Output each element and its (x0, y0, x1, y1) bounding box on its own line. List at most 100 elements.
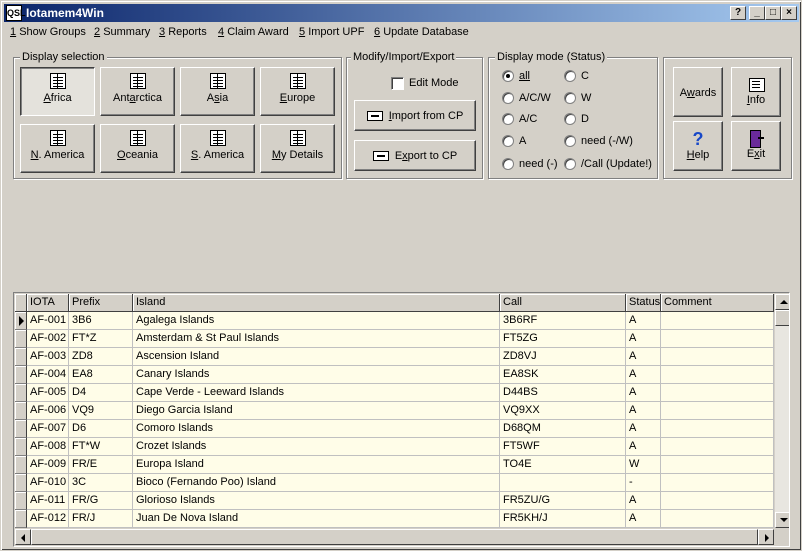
islands-grid[interactable]: IOTA Prefix Island Call Status Comment A… (13, 292, 790, 547)
horizontal-scrollbar[interactable] (15, 529, 774, 545)
row-indicator[interactable] (15, 420, 27, 438)
cell-call[interactable]: D44BS (500, 384, 626, 402)
cell-call[interactable]: VQ9XX (500, 402, 626, 420)
row-indicator[interactable] (15, 438, 27, 456)
continent-north-america-button[interactable]: N. America (20, 124, 95, 173)
cell-prefix[interactable]: 3B6 (69, 312, 133, 330)
table-row[interactable]: AF-007 D6 Comoro Islands D68QM A (15, 420, 774, 438)
cell-comment[interactable] (661, 510, 774, 528)
minimize-button[interactable]: _ (749, 6, 765, 20)
scroll-right-button[interactable] (758, 529, 774, 545)
mode-all-radio[interactable] (502, 70, 514, 82)
mode-call-update-radio[interactable] (564, 158, 576, 170)
row-indicator[interactable] (15, 474, 27, 492)
table-row[interactable]: AF-004 EA8 Canary Islands EA8SK A (15, 366, 774, 384)
cell-call[interactable]: EA8SK (500, 366, 626, 384)
cell-status[interactable]: A (626, 510, 661, 528)
row-indicator[interactable] (15, 330, 27, 348)
menu-summary[interactable]: 2 Summary (94, 26, 150, 38)
cell-iota[interactable]: AF-004 (27, 366, 69, 384)
cell-comment[interactable] (661, 348, 774, 366)
cell-island[interactable]: Bioco (Fernando Poo) Island (133, 474, 500, 492)
import-from-cp-button[interactable]: Import from CP (354, 100, 476, 131)
table-row[interactable]: AF-008 FT*W Crozet Islands FT5WF A (15, 438, 774, 456)
cell-island[interactable]: Amsterdam & St Paul Islands (133, 330, 500, 348)
mode-d-radio[interactable] (564, 113, 576, 125)
cell-iota[interactable]: AF-007 (27, 420, 69, 438)
table-row[interactable]: AF-012 FR/J Juan De Nova Island FR5KH/J A (15, 510, 774, 528)
vertical-scroll-thumb[interactable] (775, 310, 789, 326)
cell-call[interactable]: FR5ZU/G (500, 492, 626, 510)
header-status[interactable]: Status (626, 294, 661, 312)
header-iota[interactable]: IOTA (27, 294, 69, 312)
title-bar[interactable]: QSL Iotamem4Win ? _ □ × (4, 4, 799, 22)
cell-island[interactable]: Crozet Islands (133, 438, 500, 456)
cell-comment[interactable] (661, 438, 774, 456)
header-prefix[interactable]: Prefix (69, 294, 133, 312)
continent-antarctica-button[interactable]: Antarctica (100, 67, 175, 116)
scroll-up-button[interactable] (775, 294, 789, 310)
cell-status[interactable]: A (626, 330, 661, 348)
info-button[interactable]: Info (731, 67, 781, 117)
continent-europe-button[interactable]: Europe (260, 67, 335, 116)
export-to-cp-button[interactable]: Export to CP (354, 140, 476, 171)
cell-island[interactable]: Ascension Island (133, 348, 500, 366)
cell-prefix[interactable]: FR/E (69, 456, 133, 474)
cell-island[interactable]: Glorioso Islands (133, 492, 500, 510)
cell-island[interactable]: Cape Verde - Leeward Islands (133, 384, 500, 402)
cell-prefix[interactable]: ZD8 (69, 348, 133, 366)
row-indicator[interactable] (15, 366, 27, 384)
horizontal-scroll-thumb[interactable] (31, 529, 758, 545)
cell-iota[interactable]: AF-009 (27, 456, 69, 474)
cell-island[interactable]: Comoro Islands (133, 420, 500, 438)
row-indicator[interactable] (15, 492, 27, 510)
continent-oceania-button[interactable]: Oceania (100, 124, 175, 173)
mode-a-radio[interactable] (502, 135, 514, 147)
menu-claim-award[interactable]: 4 Claim Award (218, 26, 289, 38)
row-indicator[interactable] (15, 402, 27, 420)
scroll-down-button[interactable] (775, 512, 789, 528)
cell-island[interactable]: Europa Island (133, 456, 500, 474)
cell-comment[interactable] (661, 366, 774, 384)
scroll-left-button[interactable] (15, 529, 31, 545)
cell-island[interactable]: Diego Garcia Island (133, 402, 500, 420)
row-indicator[interactable] (15, 384, 27, 402)
menu-show-groups[interactable]: 1 Show Groups (10, 26, 86, 38)
continent-south-america-button[interactable]: S. America (180, 124, 255, 173)
cell-comment[interactable] (661, 492, 774, 510)
table-row[interactable]: AF-005 D4 Cape Verde - Leeward Islands D44B… (15, 384, 774, 402)
cell-comment[interactable] (661, 456, 774, 474)
cell-call[interactable] (500, 474, 626, 492)
table-row[interactable]: AF-010 3C Bioco (Fernando Poo) Island - (15, 474, 774, 492)
cell-iota[interactable]: AF-003 (27, 348, 69, 366)
cell-comment[interactable] (661, 330, 774, 348)
mode-ac-radio[interactable] (502, 113, 514, 125)
table-row[interactable]: AF-006 VQ9 Diego Garcia Island VQ9XX A (15, 402, 774, 420)
table-row[interactable]: AF-002 FT*Z Amsterdam & St Paul Islands FT5… (15, 330, 774, 348)
edit-mode-checkbox[interactable] (391, 77, 404, 90)
cell-call[interactable]: FR5KH/J (500, 510, 626, 528)
cell-comment[interactable] (661, 384, 774, 402)
cell-status[interactable]: A (626, 384, 661, 402)
cell-status[interactable]: A (626, 312, 661, 330)
row-indicator[interactable] (15, 312, 27, 330)
table-row[interactable]: AF-003 ZD8 Ascension Island ZD8VJ A (15, 348, 774, 366)
table-row[interactable]: AF-011 FR/G Glorioso Islands FR5ZU/G A (15, 492, 774, 510)
menu-update-database[interactable]: 6 Update Database (374, 26, 469, 38)
cell-iota[interactable]: AF-002 (27, 330, 69, 348)
cell-prefix[interactable]: FR/G (69, 492, 133, 510)
cell-iota[interactable]: AF-001 (27, 312, 69, 330)
cell-prefix[interactable]: FR/J (69, 510, 133, 528)
cell-call[interactable]: ZD8VJ (500, 348, 626, 366)
cell-prefix[interactable]: EA8 (69, 366, 133, 384)
cell-status[interactable]: - (626, 474, 661, 492)
cell-iota[interactable]: AF-005 (27, 384, 69, 402)
cell-status[interactable]: A (626, 438, 661, 456)
cell-island[interactable]: Juan De Nova Island (133, 510, 500, 528)
menu-reports[interactable]: 3 Reports (159, 26, 207, 38)
cell-iota[interactable]: AF-006 (27, 402, 69, 420)
my-details-button[interactable]: My Details (260, 124, 335, 173)
cell-island[interactable]: Canary Islands (133, 366, 500, 384)
table-row[interactable]: AF-009 FR/E Europa Island TO4E W (15, 456, 774, 474)
mode-need-radio[interactable] (502, 158, 514, 170)
